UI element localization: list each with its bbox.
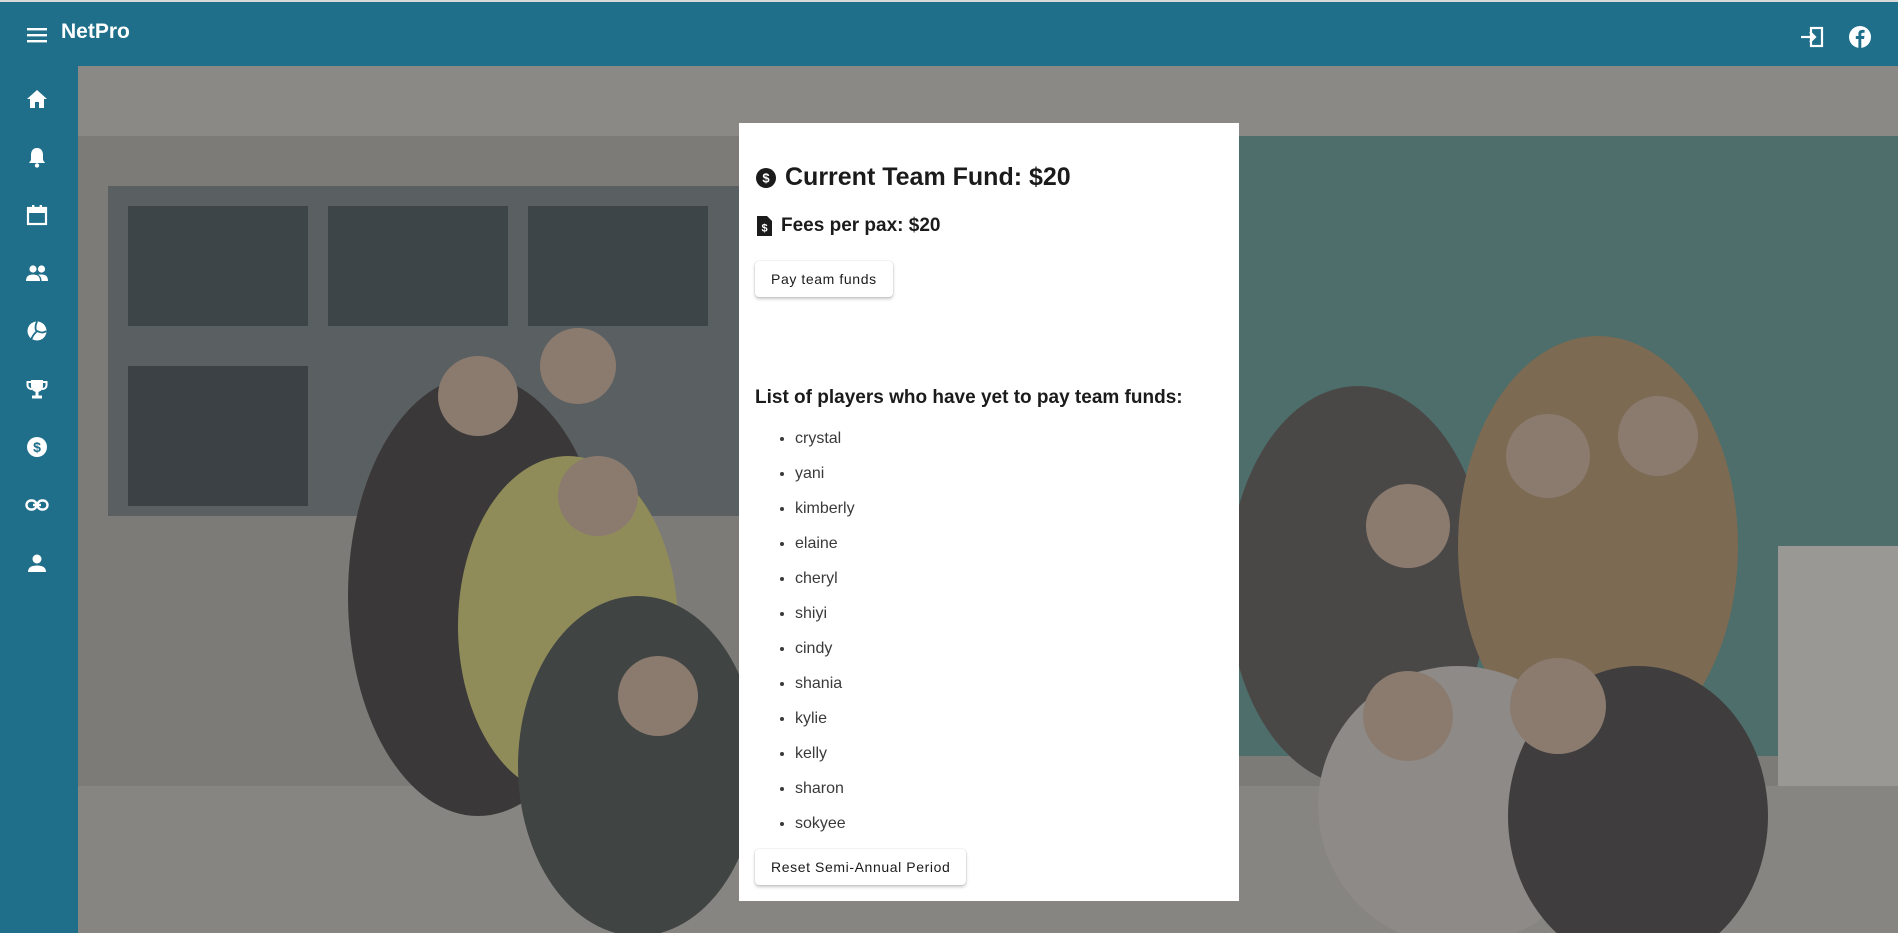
list-item: yani <box>795 461 855 496</box>
pay-team-funds-button[interactable]: Pay team funds <box>755 261 893 297</box>
fees-per-pax: Fees per pax: $20 <box>781 215 941 236</box>
list-item: kelly <box>795 741 855 776</box>
list-item: crystal <box>795 426 855 461</box>
list-item: cindy <box>795 636 855 671</box>
link-icon[interactable] <box>24 492 50 518</box>
volleyball-icon[interactable] <box>24 318 50 344</box>
svg-text:$: $ <box>762 170 770 185</box>
dollar-circle-icon: $ <box>756 167 776 188</box>
current-team-fund: Current Team Fund: $20 <box>785 163 1071 191</box>
person-icon[interactable] <box>24 550 50 576</box>
list-item: sharon <box>795 776 855 811</box>
dollar-icon[interactable]: $ <box>24 434 50 460</box>
calendar-icon[interactable] <box>24 202 50 228</box>
list-item: sokyee <box>795 811 855 846</box>
app-title: NetPro <box>61 20 130 43</box>
list-item: kimberly <box>795 496 855 531</box>
bell-icon[interactable] <box>24 144 50 170</box>
fund-heading: $ Current Team Fund: $20 <box>755 163 1071 192</box>
unpaid-players-list: crystal yani kimberly elaine cheryl shiy… <box>755 426 855 846</box>
receipt-icon: $ <box>757 216 772 236</box>
menu-icon[interactable] <box>22 22 52 48</box>
facebook-icon[interactable] <box>1845 22 1875 52</box>
unpaid-list-title: List of players who have yet to pay team… <box>755 387 1183 408</box>
list-item: shiyi <box>795 601 855 636</box>
login-icon[interactable] <box>1797 22 1827 52</box>
svg-text:$: $ <box>33 439 41 455</box>
app-bar: NetPro <box>0 0 1898 66</box>
list-item: cheryl <box>795 566 855 601</box>
reset-semi-annual-period-button[interactable]: Reset Semi-Annual Period <box>755 849 967 885</box>
list-item: shania <box>795 671 855 706</box>
fees-heading: $ Fees per pax: $20 <box>755 215 940 237</box>
home-icon[interactable] <box>24 86 50 112</box>
team-fund-card: $ Current Team Fund: $20 $ Fees per pax:… <box>739 123 1239 901</box>
people-icon[interactable] <box>24 260 50 286</box>
list-item: elaine <box>795 531 855 566</box>
trophy-icon[interactable] <box>24 376 50 402</box>
list-item: kylie <box>795 706 855 741</box>
svg-text:$: $ <box>761 223 767 235</box>
sidebar: $ <box>0 66 78 933</box>
